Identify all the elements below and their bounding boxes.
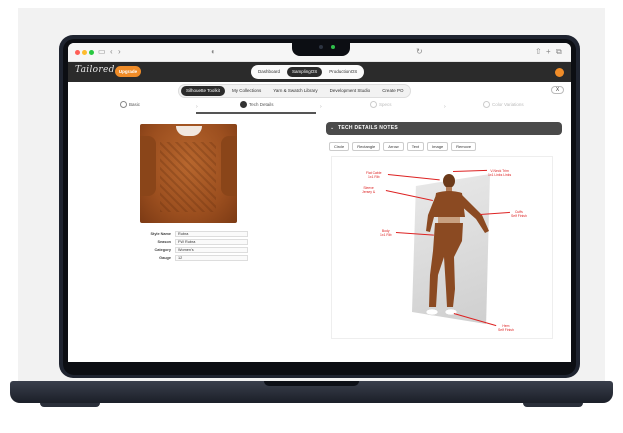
circle-tool-button[interactable]: Circle bbox=[329, 142, 350, 151]
app-header: Tailored Upgrade Dashboard SamplingOS Pr… bbox=[68, 62, 571, 82]
camera-indicator-light bbox=[331, 45, 335, 49]
sub-nav: Silhouette Toolkit My Collections Yarn &… bbox=[68, 82, 571, 99]
spec-row: Category Women's bbox=[143, 247, 253, 254]
step-tech-details[interactable]: Tech Details bbox=[240, 100, 274, 109]
chevron-right-icon: › bbox=[196, 104, 198, 110]
window-minimize-button[interactable] bbox=[82, 50, 87, 55]
spec-label: Category bbox=[154, 248, 171, 252]
tech-details-header[interactable]: ⌄ TECH DETAILS NOTES bbox=[326, 122, 562, 135]
laptop-foot bbox=[523, 403, 583, 407]
step-dot-icon bbox=[240, 101, 247, 109]
tab-samplingos[interactable]: SamplingOS bbox=[287, 67, 323, 77]
laptop-open-notch bbox=[264, 381, 359, 386]
annotation-label[interactable]: Body 1x1 Rib bbox=[380, 229, 392, 237]
spec-value-field[interactable]: Women's bbox=[175, 247, 248, 253]
remove-tool-button[interactable]: Remove bbox=[451, 142, 477, 151]
tab-dashboard[interactable]: Dashboard bbox=[253, 67, 285, 77]
rectangle-tool-button[interactable]: Rectangle bbox=[352, 142, 381, 151]
share-icon[interactable]: ⇧ bbox=[535, 47, 542, 57]
spec-label: Style Name bbox=[150, 232, 171, 236]
app-logo[interactable]: Tailored bbox=[75, 65, 115, 75]
window-close-button[interactable] bbox=[75, 50, 80, 55]
spec-value-field[interactable]: 12 bbox=[175, 255, 248, 261]
upgrade-button[interactable]: Upgrade bbox=[115, 66, 141, 77]
step-basic[interactable]: Basic bbox=[120, 100, 140, 109]
laptop-foot bbox=[40, 403, 100, 407]
step-label: Color Variations bbox=[492, 102, 524, 107]
annotation-label[interactable]: V-Neck Trim 1x1 Links Links bbox=[488, 169, 511, 177]
camera-lens bbox=[319, 45, 323, 49]
chevron-right-icon: › bbox=[320, 104, 322, 110]
step-color-variations[interactable]: Color Variations bbox=[483, 100, 524, 109]
chevron-right-icon: › bbox=[444, 104, 446, 110]
tab-yarn-swatch-library[interactable]: Yarn & Swatch Library bbox=[268, 86, 322, 96]
tab-my-collections[interactable]: My Collections bbox=[227, 86, 266, 96]
back-arrow-icon[interactable]: ‹ bbox=[110, 47, 113, 57]
check-icon bbox=[120, 101, 127, 109]
tab-development-studio[interactable]: Development Studio bbox=[325, 86, 376, 96]
top-nav: Dashboard SamplingOS ProductionOS bbox=[251, 65, 365, 79]
step-label: Basic bbox=[129, 102, 141, 107]
new-tab-icon[interactable]: + bbox=[546, 47, 551, 57]
annotation-label[interactable]: Cuffs Self Finish bbox=[511, 210, 527, 218]
laptop-screen: ▭ ‹ › ◐ ↻ ⇧ + ⧉ Tailored Upgrade Dashboa… bbox=[68, 43, 571, 370]
close-button[interactable]: X bbox=[551, 86, 564, 94]
chevron-down-icon: ⌄ bbox=[330, 125, 335, 131]
annotation-canvas[interactable]: Flat Cable 1x1 Rib V-Neck Trim 1x1 Links… bbox=[331, 156, 553, 339]
tech-details-title: TECH DETAILS NOTES bbox=[338, 125, 399, 131]
spec-value-field[interactable]: FW Rubra bbox=[175, 239, 248, 245]
spec-row: Gauge 12 bbox=[143, 255, 253, 262]
avatar[interactable] bbox=[555, 68, 564, 77]
model-photo bbox=[425, 174, 489, 316]
step-dot-icon bbox=[483, 101, 490, 109]
reload-icon[interactable]: ↻ bbox=[416, 47, 423, 57]
annotation-label[interactable]: Sleeve Jersey & bbox=[362, 186, 375, 194]
forward-arrow-icon[interactable]: › bbox=[118, 47, 121, 57]
tab-silhouette-toolkit[interactable]: Silhouette Toolkit bbox=[181, 86, 225, 96]
image-tool-button[interactable]: Image bbox=[427, 142, 449, 151]
step-label: Tech Details bbox=[249, 102, 274, 107]
sub-nav-tabs: Silhouette Toolkit My Collections Yarn &… bbox=[178, 84, 412, 98]
screen-bottom-bezel bbox=[68, 362, 571, 370]
spec-label: Season bbox=[157, 240, 171, 244]
spec-value-field[interactable]: Rubra bbox=[175, 231, 248, 237]
annotation-toolbar: Circle Rectangle Arrow Text Image Remove bbox=[329, 142, 477, 151]
annotation-label[interactable]: Flat Cable 1x1 Rib bbox=[366, 171, 381, 179]
annotation-label[interactable]: Hem Self Finish bbox=[498, 324, 514, 332]
arrow-tool-button[interactable]: Arrow bbox=[383, 142, 404, 151]
step-progress-bar bbox=[196, 112, 316, 114]
shield-icon: ◐ bbox=[211, 47, 216, 56]
window-zoom-button[interactable] bbox=[89, 50, 94, 55]
spec-row: Season FW Rubra bbox=[143, 239, 253, 246]
spec-label: Gauge bbox=[159, 256, 171, 260]
step-dot-icon bbox=[370, 101, 377, 109]
step-label: Specs bbox=[379, 102, 392, 107]
sidebar-toggle-icon[interactable]: ▭ bbox=[98, 47, 106, 57]
step-specs[interactable]: Specs bbox=[370, 100, 392, 109]
stepper: Basic › Tech Details › Specs › Color Var… bbox=[68, 99, 571, 114]
tab-create-po[interactable]: Create PO bbox=[377, 86, 408, 96]
tabs-overview-icon[interactable]: ⧉ bbox=[556, 47, 562, 57]
garment-photo bbox=[140, 124, 237, 223]
text-tool-button[interactable]: Text bbox=[406, 142, 425, 151]
spec-row: Style Name Rubra bbox=[143, 231, 253, 238]
tab-productionos[interactable]: ProductionOS bbox=[324, 67, 362, 77]
